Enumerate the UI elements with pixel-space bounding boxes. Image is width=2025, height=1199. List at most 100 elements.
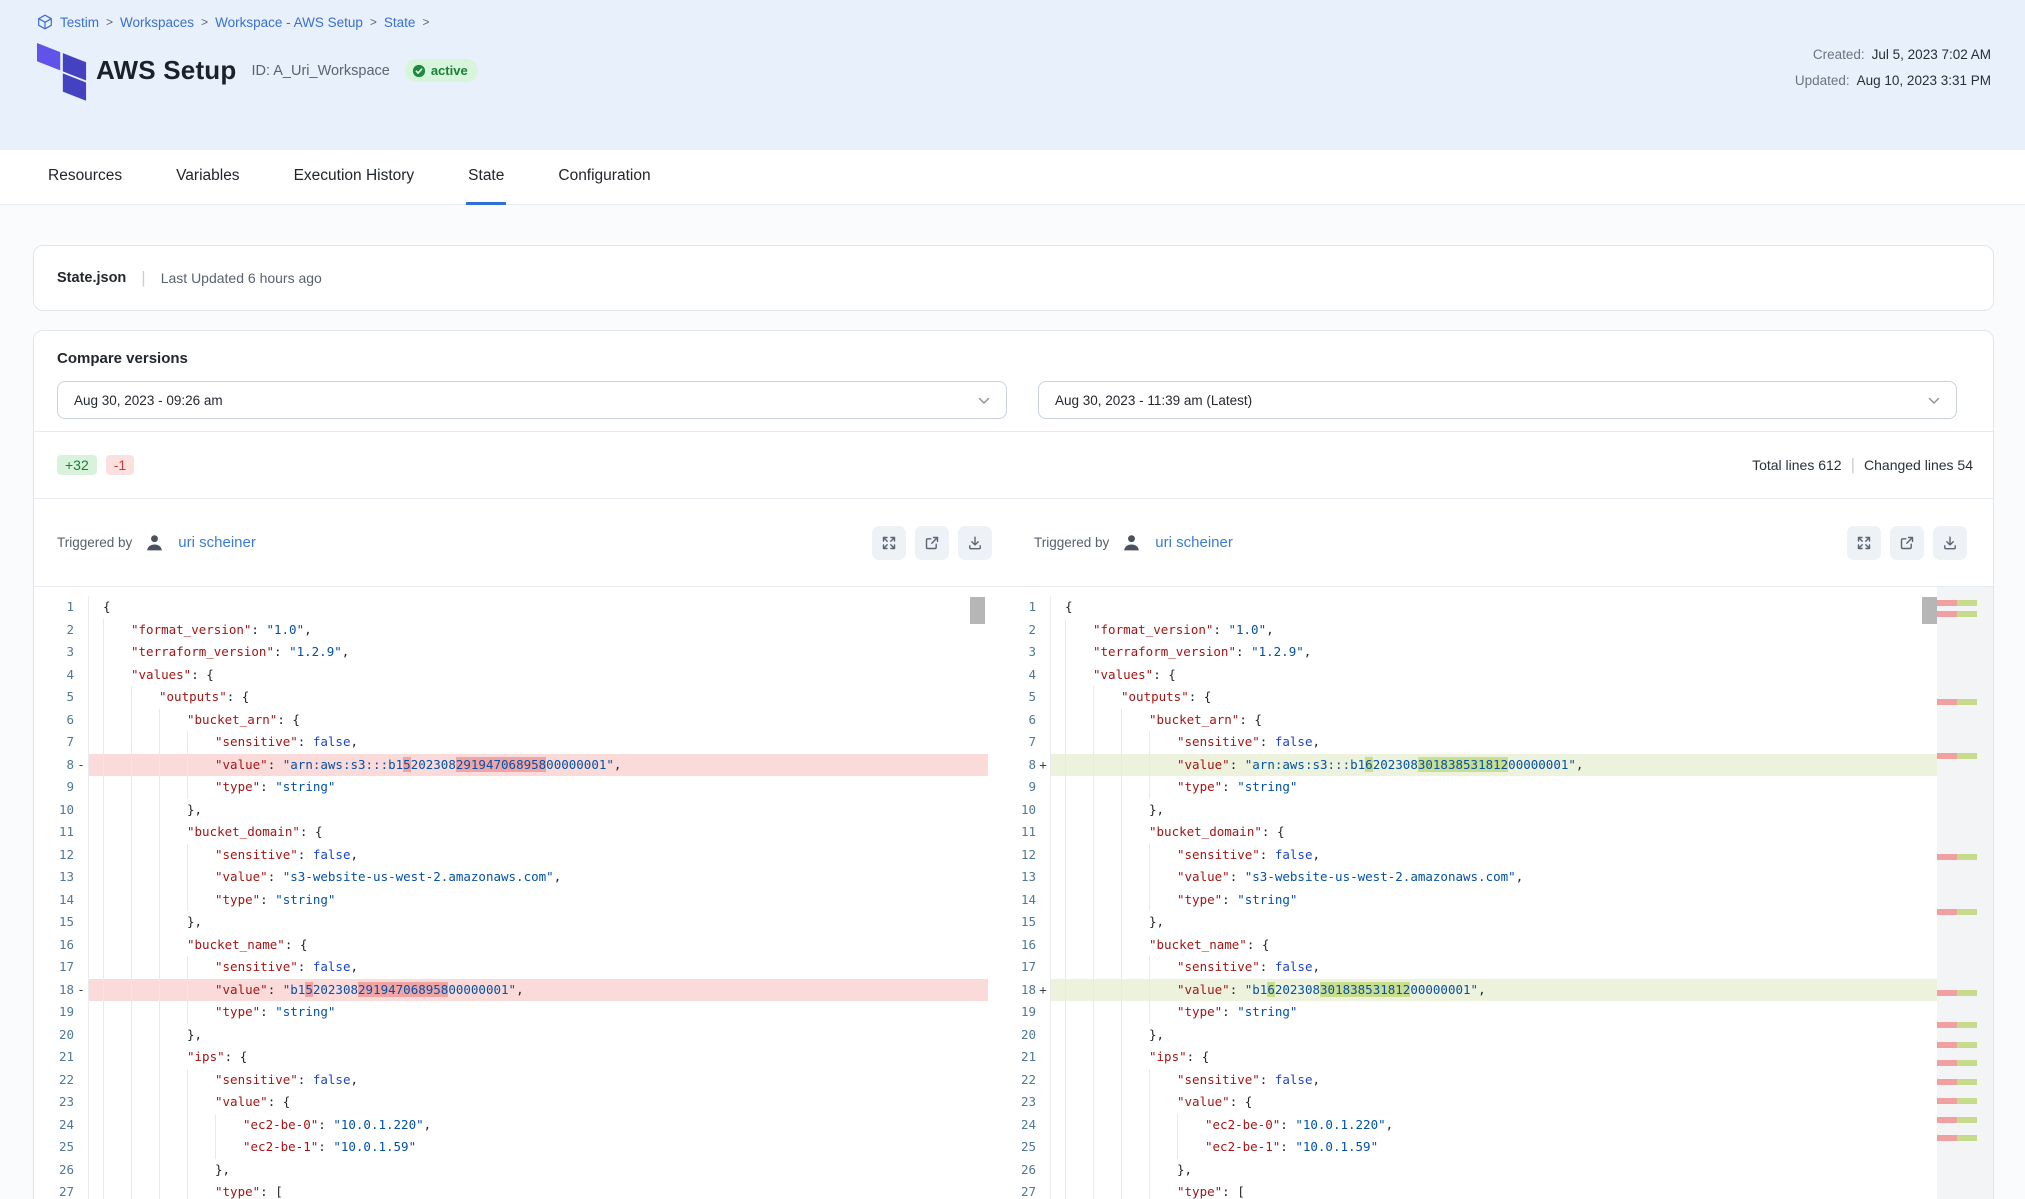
download-icon[interactable] bbox=[1933, 526, 1967, 560]
diff-marker bbox=[74, 619, 88, 642]
code-content: "value": "b1620230830183853181200000001"… bbox=[1050, 979, 1937, 1002]
indent-guide bbox=[1149, 731, 1177, 754]
indent-guide bbox=[187, 1069, 215, 1092]
tab-configuration[interactable]: Configuration bbox=[556, 150, 652, 205]
code-content: "bucket_domain": { bbox=[1050, 821, 1937, 844]
code-pane-left: 1{2"format_version": "1.0",3"terraform_v… bbox=[34, 587, 996, 1199]
indent-guide bbox=[187, 1159, 215, 1182]
diff-marker bbox=[1036, 956, 1050, 979]
scrollbar-thumb[interactable] bbox=[1922, 597, 1937, 624]
download-icon[interactable] bbox=[958, 526, 992, 560]
indent-guide bbox=[1093, 1024, 1121, 1047]
indent-guide bbox=[1121, 754, 1149, 777]
user-avatar-icon bbox=[145, 533, 164, 552]
expand-icon[interactable] bbox=[872, 526, 906, 560]
scrollbar-thumb[interactable] bbox=[970, 597, 985, 624]
triggered-by-label: Triggered by bbox=[1034, 535, 1109, 550]
code-content: "ec2-be-0": "10.0.1.220", bbox=[1050, 1114, 1937, 1137]
indent-guide bbox=[131, 731, 159, 754]
code-line: 26}, bbox=[996, 1159, 1937, 1182]
tab-variables[interactable]: Variables bbox=[174, 150, 241, 205]
diff-overview-ruler[interactable] bbox=[1937, 587, 1993, 1199]
breadcrumb-link-workspace-aws-setup[interactable]: Workspace - AWS Setup bbox=[215, 15, 363, 30]
code-line: 21"ips": { bbox=[34, 1046, 988, 1069]
line-number: 25 bbox=[34, 1136, 74, 1159]
indent-guide bbox=[1065, 686, 1093, 709]
indent-guide bbox=[1093, 844, 1121, 867]
indent-guide bbox=[159, 1159, 187, 1182]
indent-guide bbox=[1065, 1069, 1093, 1092]
code-line: 2"format_version": "1.0", bbox=[996, 619, 1937, 642]
line-gutter: 20 bbox=[996, 1024, 1050, 1047]
diff-marker bbox=[1036, 821, 1050, 844]
version-select-left[interactable]: Aug 30, 2023 - 09:26 am bbox=[57, 381, 1007, 419]
indent-guide bbox=[103, 641, 131, 664]
line-number: 22 bbox=[34, 1069, 74, 1092]
added-marker bbox=[1957, 1098, 1977, 1104]
diff-marker bbox=[1036, 844, 1050, 867]
line-gutter: 15 bbox=[996, 911, 1050, 934]
indent-guide bbox=[159, 754, 187, 777]
code-content: "sensitive": false, bbox=[1050, 731, 1937, 754]
line-gutter: 10 bbox=[996, 799, 1050, 822]
code-content: "value": "arn:aws:s3:::b1620230830183853… bbox=[1050, 754, 1937, 777]
indent-guide bbox=[187, 1091, 215, 1114]
diff-marker-pair bbox=[1937, 909, 1977, 915]
triggered-by-label: Triggered by bbox=[57, 535, 132, 550]
code-content: "terraform_version": "1.2.9", bbox=[1050, 641, 1937, 664]
code-content: "sensitive": false, bbox=[1050, 844, 1937, 867]
code-line: 20}, bbox=[34, 1024, 988, 1047]
line-gutter: 8+ bbox=[996, 754, 1050, 777]
indent-guide bbox=[1121, 709, 1149, 732]
line-gutter: 12 bbox=[34, 844, 88, 867]
code-line: 12"sensitive": false, bbox=[34, 844, 988, 867]
triggered-by-user-link[interactable]: uri scheiner bbox=[1155, 534, 1233, 551]
line-gutter: 3 bbox=[34, 641, 88, 664]
indent-guide bbox=[1093, 754, 1121, 777]
breadcrumb-link-state[interactable]: State bbox=[384, 15, 416, 30]
expand-icon[interactable] bbox=[1847, 526, 1881, 560]
indent-guide bbox=[1121, 1001, 1149, 1024]
indent-guide bbox=[1149, 1001, 1177, 1024]
indent-guide bbox=[159, 866, 187, 889]
code-content: "format_version": "1.0", bbox=[88, 619, 988, 642]
code-line: 18-"value": "b15202308291947068958000000… bbox=[34, 979, 988, 1002]
added-marker bbox=[1957, 1117, 1977, 1123]
breadcrumb-items: Testim>Workspaces>Workspace - AWS Setup>… bbox=[60, 15, 429, 30]
diff-marker bbox=[74, 641, 88, 664]
breadcrumb-link-testim[interactable]: Testim bbox=[60, 15, 99, 30]
code-content: "type": "string" bbox=[1050, 889, 1937, 912]
indent-guide bbox=[159, 1046, 187, 1069]
line-number: 9 bbox=[34, 776, 74, 799]
compare-versions-card: Compare versions Aug 30, 2023 - 09:26 am… bbox=[33, 330, 1994, 1199]
code-content: "ips": { bbox=[1050, 1046, 1937, 1069]
indent-guide bbox=[131, 911, 159, 934]
indent-guide bbox=[159, 776, 187, 799]
version-select-right[interactable]: Aug 30, 2023 - 11:39 am (Latest) bbox=[1038, 381, 1957, 419]
open-external-icon[interactable] bbox=[1890, 526, 1924, 560]
open-external-icon[interactable] bbox=[915, 526, 949, 560]
tab-resources[interactable]: Resources bbox=[46, 150, 124, 205]
indent-guide bbox=[103, 911, 131, 934]
tab-state[interactable]: State bbox=[466, 150, 506, 205]
indent-guide bbox=[131, 821, 159, 844]
diff-marker bbox=[74, 1181, 88, 1199]
indent-guide bbox=[1093, 821, 1121, 844]
code-line: 16"bucket_name": { bbox=[996, 934, 1937, 957]
code-line: 25"ec2-be-1": "10.0.1.59" bbox=[996, 1136, 1937, 1159]
line-gutter: 16 bbox=[34, 934, 88, 957]
indent-guide bbox=[187, 776, 215, 799]
added-marker bbox=[1957, 1060, 1977, 1066]
breadcrumb-separator: > bbox=[106, 15, 113, 29]
indent-guide bbox=[1093, 776, 1121, 799]
code-content: "values": { bbox=[88, 664, 988, 687]
code-content: { bbox=[1050, 596, 1937, 619]
diff-marker bbox=[1036, 1001, 1050, 1024]
breadcrumb-link-workspaces[interactable]: Workspaces bbox=[120, 15, 194, 30]
code-content: { bbox=[88, 596, 988, 619]
code-line: 24"ec2-be-0": "10.0.1.220", bbox=[34, 1114, 988, 1137]
line-number: 11 bbox=[996, 821, 1036, 844]
triggered-by-user-link[interactable]: uri scheiner bbox=[178, 534, 256, 551]
code-content: "value": { bbox=[88, 1091, 988, 1114]
tab-execution-history[interactable]: Execution History bbox=[292, 150, 417, 205]
